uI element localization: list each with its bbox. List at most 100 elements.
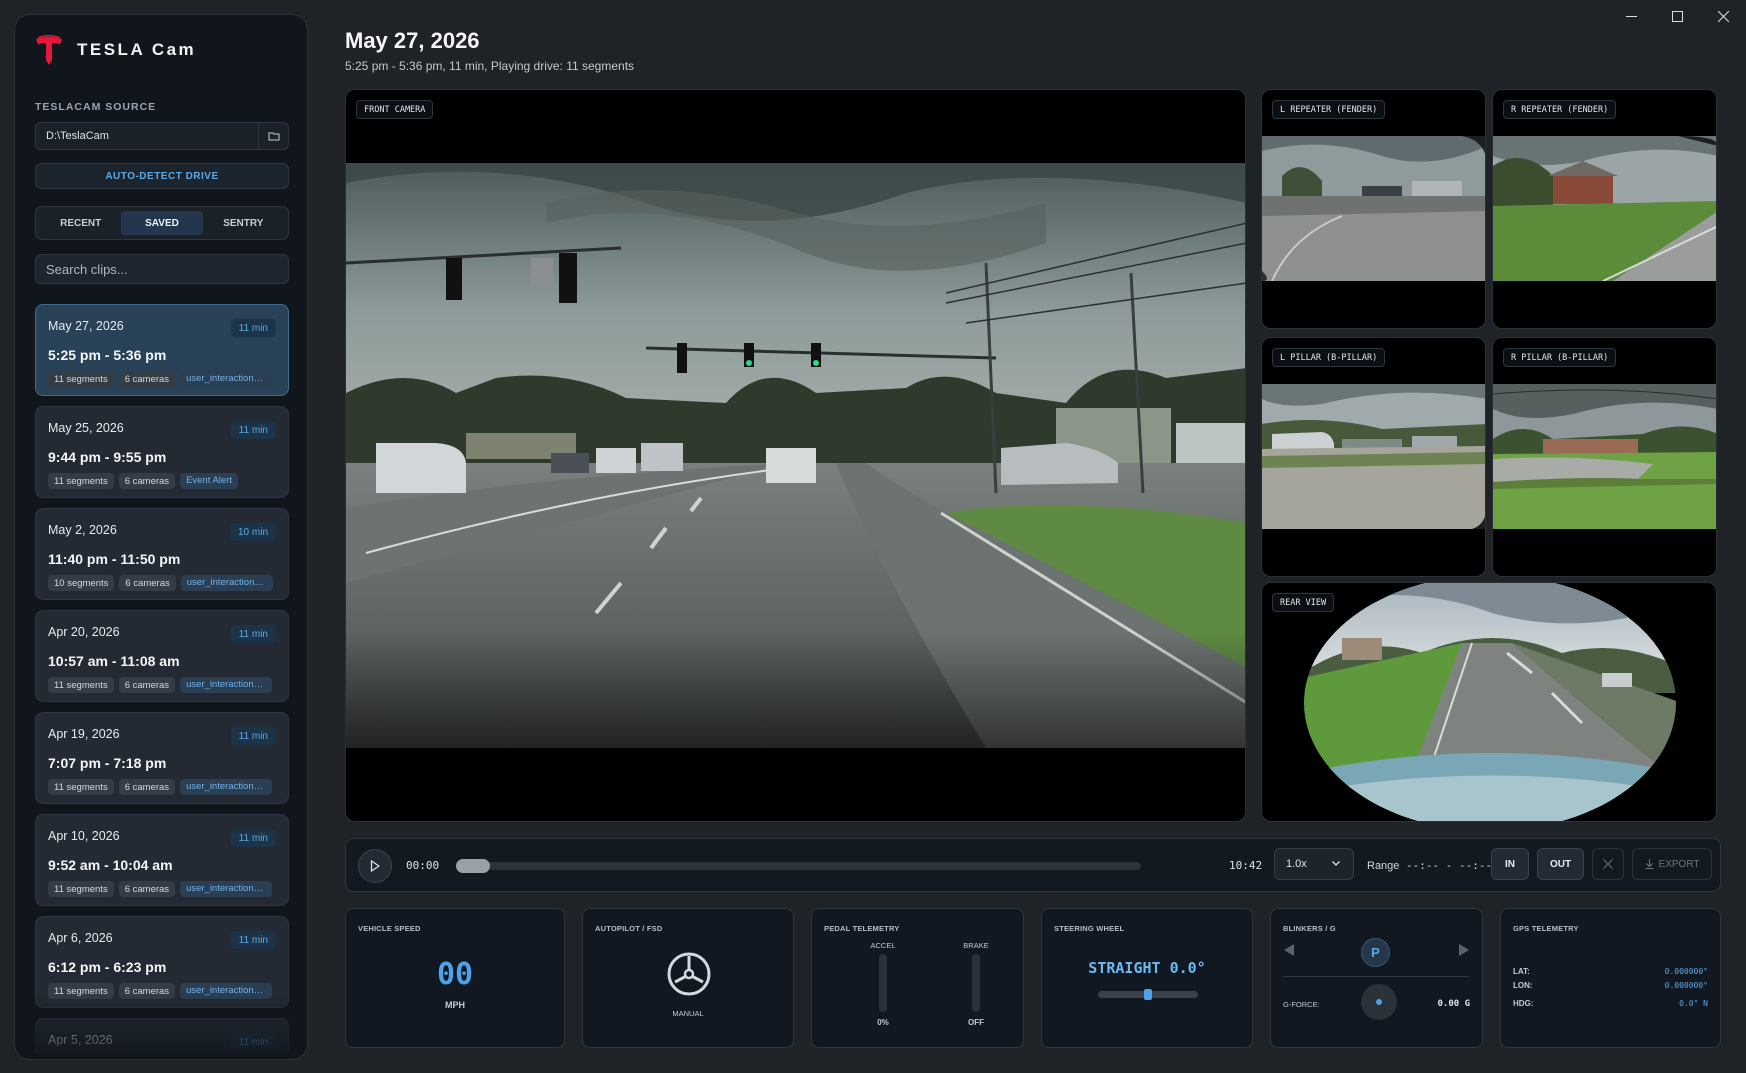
search-clips-input[interactable] bbox=[35, 254, 289, 284]
clip-item[interactable]: Apr 20, 2026 11 min 10:57 am - 11:08 am … bbox=[35, 610, 289, 702]
divider bbox=[1283, 976, 1469, 977]
mark-in-button[interactable]: IN bbox=[1491, 848, 1529, 880]
clip-date: Apr 10, 2026 bbox=[48, 829, 120, 843]
clip-duration-badge: 11 min bbox=[230, 727, 276, 745]
range-label: Range bbox=[1367, 860, 1400, 872]
right-repeater-video bbox=[1493, 136, 1716, 281]
auto-detect-drive-button[interactable]: AUTO-DETECT DRIVE bbox=[35, 163, 289, 189]
clip-item[interactable]: May 27, 2026 11 min 5:25 pm - 5:36 pm 11… bbox=[35, 304, 289, 396]
gps-hdg-row: HDG: 0.0° N bbox=[1513, 999, 1708, 1011]
clip-item[interactable]: Apr 6, 2026 11 min 6:12 pm - 6:23 pm 11 … bbox=[35, 916, 289, 1008]
tab-saved[interactable]: SAVED bbox=[121, 211, 203, 235]
clip-time-range: 11:40 pm - 11:50 pm bbox=[48, 551, 181, 567]
panel-title: PEDAL TELEMETRY bbox=[824, 924, 900, 933]
clip-list: May 27, 2026 11 min 5:25 pm - 5:36 pm 11… bbox=[35, 304, 289, 1054]
app-logo: TESLA Cam bbox=[35, 33, 196, 67]
minimize-icon bbox=[1625, 15, 1637, 17]
tab-sentry[interactable]: SENTRY bbox=[203, 211, 284, 235]
clip-time-range: 6:12 pm - 6:23 pm bbox=[48, 959, 167, 975]
browse-folder-button[interactable] bbox=[258, 123, 288, 149]
camera-label: R PILLAR (B-PILLAR) bbox=[1503, 348, 1617, 367]
right-pillar-camera-view[interactable]: R PILLAR (B-PILLAR) bbox=[1492, 337, 1717, 577]
reason-tag: user_interaction_h... bbox=[180, 575, 273, 591]
cameras-tag: 6 cameras bbox=[118, 881, 176, 897]
clip-time-range: 9:44 pm - 9:55 pm bbox=[48, 449, 167, 465]
left-pillar-video bbox=[1262, 384, 1485, 529]
segments-tag: 11 segments bbox=[48, 371, 114, 387]
clip-date: May 27, 2026 bbox=[48, 319, 124, 333]
reason-tag: Event Alert bbox=[180, 473, 239, 489]
segments-tag: 11 segments bbox=[48, 473, 114, 489]
clear-range-button[interactable] bbox=[1592, 848, 1624, 880]
autopilot-panel: AUTOPILOT / FSD MANUAL bbox=[582, 908, 794, 1048]
lon-value: 0.000000° bbox=[1664, 981, 1708, 990]
reason-tag: user_interaction_h... bbox=[180, 983, 273, 999]
cameras-tag: 6 cameras bbox=[118, 473, 176, 489]
maximize-icon bbox=[1671, 10, 1683, 22]
close-button[interactable] bbox=[1700, 0, 1746, 32]
steering-indicator bbox=[1144, 989, 1152, 1000]
clip-date: Apr 20, 2026 bbox=[48, 625, 120, 639]
export-button[interactable]: EXPORT bbox=[1632, 848, 1712, 880]
playback-controls: 00:00 10:42 1.0x Range --:-- - --:-- IN … bbox=[345, 838, 1721, 892]
clip-item[interactable]: Apr 19, 2026 11 min 7:07 pm - 7:18 pm 11… bbox=[35, 712, 289, 804]
minimize-button[interactable] bbox=[1608, 0, 1654, 32]
cameras-tag: 6 cameras bbox=[118, 371, 176, 387]
total-time: 10:42 bbox=[1229, 859, 1263, 872]
brake-value: OFF bbox=[968, 1018, 984, 1027]
speed-value: 00 bbox=[436, 957, 474, 992]
range-display: Range --:-- - --:-- bbox=[1367, 859, 1492, 872]
left-repeater-camera-view[interactable]: L REPEATER (FENDER) bbox=[1261, 89, 1486, 329]
cameras-tag: 6 cameras bbox=[118, 677, 176, 693]
clip-item[interactable]: Apr 5, 2026 11 min bbox=[35, 1018, 289, 1054]
clip-date: Apr 19, 2026 bbox=[48, 727, 120, 741]
steering-wheel-panel: STEERING WHEEL STRAIGHT 0.0° bbox=[1041, 908, 1253, 1048]
right-repeater-camera-view[interactable]: R REPEATER (FENDER) bbox=[1492, 89, 1717, 329]
clip-time-range: 5:25 pm - 5:36 pm bbox=[48, 347, 167, 363]
mark-out-button[interactable]: OUT bbox=[1537, 848, 1584, 880]
source-label: TESLACAM SOURCE bbox=[35, 101, 157, 113]
camera-label: L PILLAR (B-PILLAR) bbox=[1272, 348, 1386, 367]
accel-label: ACCEL bbox=[870, 941, 896, 950]
maximize-button[interactable] bbox=[1654, 0, 1700, 32]
panel-title: VEHICLE SPEED bbox=[358, 924, 421, 933]
lat-value: 0.000000° bbox=[1664, 967, 1708, 976]
seek-handle[interactable] bbox=[456, 859, 490, 873]
gforce-value: 0.00 G bbox=[1437, 999, 1470, 1009]
front-camera-view[interactable]: FRONT CAMERA bbox=[345, 89, 1246, 822]
clip-date: Apr 6, 2026 bbox=[48, 931, 113, 945]
folder-icon bbox=[268, 132, 279, 141]
brake-bar bbox=[972, 954, 980, 1012]
reason-tag: user_interaction_d... bbox=[180, 677, 273, 693]
clip-item[interactable]: May 25, 2026 11 min 9:44 pm - 9:55 pm 11… bbox=[35, 406, 289, 498]
gps-lat-row: LAT: 0.000000° bbox=[1513, 967, 1708, 979]
tesla-logo-icon bbox=[36, 35, 62, 65]
camera-label: R REPEATER (FENDER) bbox=[1503, 100, 1617, 119]
clip-date: Apr 5, 2026 bbox=[48, 1033, 113, 1047]
segments-tag: 10 segments bbox=[48, 575, 115, 591]
tab-recent[interactable]: RECENT bbox=[40, 211, 121, 235]
left-blinker-icon bbox=[1284, 944, 1294, 956]
clip-item[interactable]: May 2, 2026 10 min 11:40 pm - 11:50 pm 1… bbox=[35, 508, 289, 600]
hdg-value: 0.0° N bbox=[1679, 999, 1708, 1008]
left-pillar-camera-view[interactable]: L PILLAR (B-PILLAR) bbox=[1261, 337, 1486, 577]
reason-tag: user_interaction_h... bbox=[180, 779, 273, 795]
left-repeater-video bbox=[1262, 136, 1485, 281]
play-button[interactable] bbox=[358, 849, 392, 883]
playback-speed-select[interactable]: 1.0x bbox=[1274, 848, 1354, 880]
camera-label: L REPEATER (FENDER) bbox=[1272, 100, 1386, 119]
clip-duration-badge: 11 min bbox=[230, 625, 276, 643]
gforce-meter bbox=[1361, 984, 1397, 1020]
seek-bar[interactable] bbox=[456, 859, 1141, 873]
clip-item[interactable]: Apr 10, 2026 11 min 9:52 am - 10:04 am 1… bbox=[35, 814, 289, 906]
page-subtitle: 5:25 pm - 5:36 pm, 11 min, Playing drive… bbox=[345, 59, 635, 73]
chevron-down-icon bbox=[1332, 861, 1340, 866]
cameras-tag: 6 cameras bbox=[119, 575, 176, 591]
cameras-tag: 6 cameras bbox=[118, 983, 176, 999]
clip-date: May 25, 2026 bbox=[48, 421, 124, 435]
play-icon bbox=[370, 860, 380, 872]
source-path-field[interactable]: D:\TeslaCam bbox=[35, 122, 289, 150]
rear-camera-view[interactable]: REAR VIEW bbox=[1261, 582, 1717, 822]
reason-tag: user_interaction_h... bbox=[180, 881, 273, 897]
clip-duration-badge: 10 min bbox=[229, 523, 276, 541]
